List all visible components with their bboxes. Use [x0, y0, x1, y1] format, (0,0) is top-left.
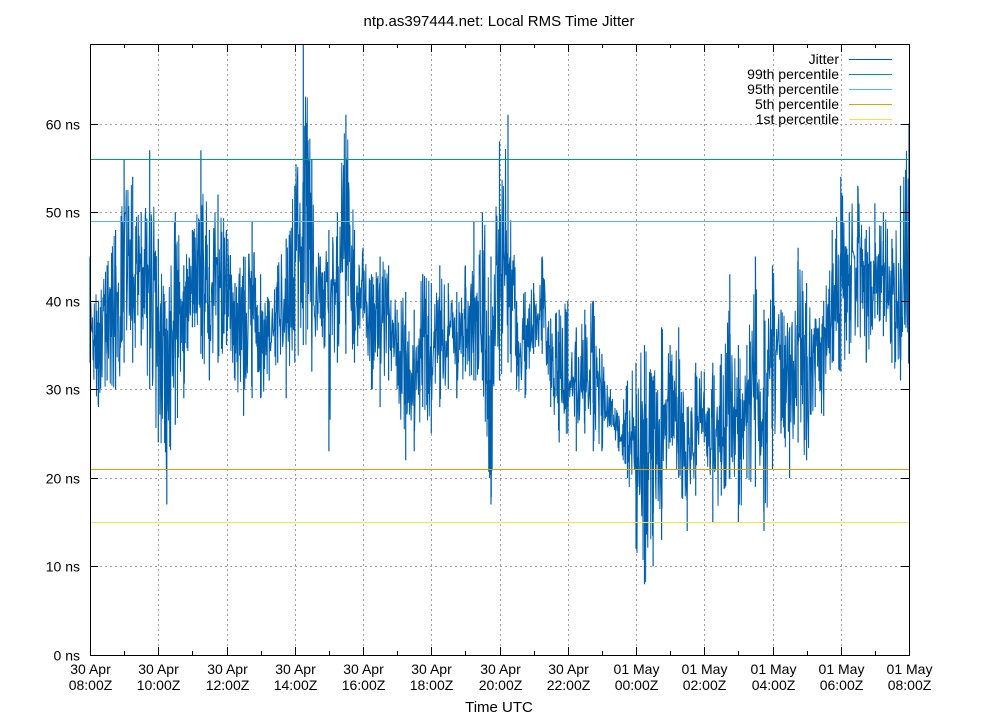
x-tick-time: 00:00Z: [615, 677, 659, 693]
chart-title: ntp.as397444.net: Local RMS Time Jitter: [364, 13, 635, 30]
y-tick-label: 50 ns: [46, 205, 80, 221]
x-tick-date: 01 May: [751, 661, 797, 677]
y-tick-label: 10 ns: [46, 559, 80, 575]
y-tick-label: 60 ns: [46, 117, 80, 133]
y-tick-label: 30 ns: [46, 382, 80, 398]
y-tick-label: 40 ns: [46, 294, 80, 310]
x-tick-date: 30 Apr: [480, 661, 521, 677]
legend: Jitter99th percentile95th percentile5th …: [747, 51, 892, 127]
jitter-chart: ntp.as397444.net: Local RMS Time Jitter …: [46, 13, 933, 716]
x-tick-date: 01 May: [819, 661, 865, 677]
x-tick-date: 01 May: [682, 661, 728, 677]
legend-label: 99th percentile: [747, 66, 839, 82]
x-tick-time: 12:00Z: [206, 677, 250, 693]
y-tick-label: 20 ns: [46, 471, 80, 487]
x-tick-time: 22:00Z: [547, 677, 591, 693]
x-tick-date: 01 May: [887, 661, 933, 677]
legend-label: 1st percentile: [756, 111, 839, 127]
x-tick-time: 16:00Z: [342, 677, 386, 693]
legend-label: Jitter: [809, 51, 840, 67]
x-tick-time: 10:00Z: [137, 677, 181, 693]
x-tick-date: 30 Apr: [207, 661, 248, 677]
x-tick-time: 02:00Z: [683, 677, 727, 693]
legend-label: 5th percentile: [755, 96, 839, 112]
x-tick-date: 30 Apr: [70, 661, 111, 677]
x-tick-time: 08:00Z: [888, 677, 932, 693]
x-tick-time: 08:00Z: [69, 677, 113, 693]
x-tick-date: 30 Apr: [138, 661, 179, 677]
x-tick-date: 01 May: [614, 661, 660, 677]
x-tick-date: 30 Apr: [275, 661, 316, 677]
legend-label: 95th percentile: [747, 81, 839, 97]
x-tick-time: 18:00Z: [410, 677, 454, 693]
x-tick-time: 14:00Z: [274, 677, 318, 693]
x-tick-time: 04:00Z: [752, 677, 796, 693]
x-tick-date: 30 Apr: [548, 661, 589, 677]
x-tick-date: 30 Apr: [411, 661, 452, 677]
x-tick-date: 30 Apr: [343, 661, 384, 677]
x-tick-time: 06:00Z: [820, 677, 864, 693]
x-axis-label: Time UTC: [465, 699, 533, 716]
x-tick-time: 20:00Z: [479, 677, 523, 693]
